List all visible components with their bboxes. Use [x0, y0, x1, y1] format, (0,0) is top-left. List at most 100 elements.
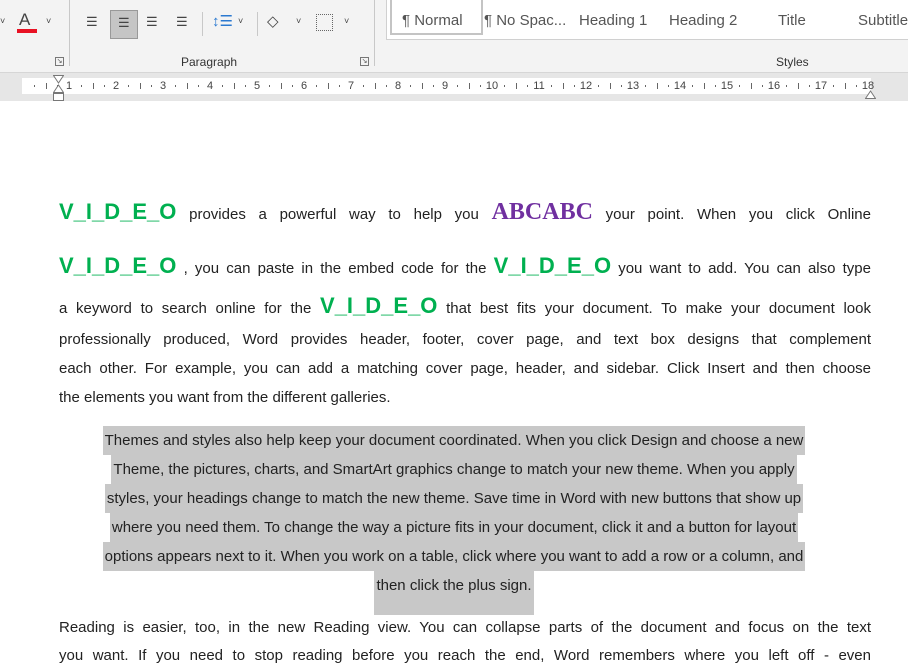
text: a keyword to search online for the	[59, 300, 321, 317]
ruler-tick	[797, 83, 799, 89]
style-heading-2[interactable]: Heading 2	[669, 12, 737, 29]
ruler-tick	[409, 85, 411, 87]
ruler-tick	[268, 85, 270, 87]
ruler-number: 1	[65, 80, 73, 92]
ruler-tick	[327, 83, 329, 89]
styles-gallery: ¶ Normal ¶ No Spac... Heading 1 Heading …	[386, 0, 908, 40]
highlighted-text: Theme, the pictures, charts, and SmartAr…	[111, 455, 797, 484]
ruler-tick	[45, 83, 47, 89]
indent-marker-icon[interactable]	[52, 75, 65, 102]
right-indent-marker-icon[interactable]	[864, 86, 877, 99]
ruler-tick	[139, 83, 141, 89]
ruler-tick	[374, 83, 376, 89]
ruler-tick	[233, 83, 235, 89]
ruler-tick	[221, 85, 223, 87]
ruler-number: 15	[720, 80, 734, 92]
body-line: professionally produced, Word provides h…	[59, 331, 871, 348]
justify-icon[interactable]: ☰	[176, 14, 188, 30]
highlighted-line: options appears next to it. When you wor…	[0, 542, 908, 571]
body-line: a keyword to search online for the V_I_D…	[59, 289, 871, 326]
font-color-icon: A	[19, 10, 31, 29]
ruler-number: 3	[159, 80, 167, 92]
chevron-down-icon[interactable]: ˅	[296, 16, 301, 26]
style-title[interactable]: Title	[778, 12, 806, 29]
styles-group-label: Styles	[776, 55, 809, 69]
ruler-number: 9	[441, 80, 449, 92]
ruler-tick	[856, 85, 858, 87]
abc-text: ABCABC	[491, 199, 593, 225]
ruler-tick	[292, 85, 294, 87]
highlighted-line: styles, your headings change to match th…	[0, 484, 908, 513]
ruler-number: 10	[485, 80, 499, 92]
ruler-tick	[609, 83, 611, 89]
ruler-tick	[186, 83, 188, 89]
font-color-button[interactable]: A	[16, 10, 38, 34]
style-no-spacing[interactable]: ¶ No Spac...	[484, 12, 566, 29]
body-line: Reading is easier, too, in the new Readi…	[59, 619, 871, 636]
ruler-tick	[562, 83, 564, 89]
ruler-tick	[785, 85, 787, 87]
style-heading-1[interactable]: Heading 1	[579, 12, 647, 29]
ruler-tick	[174, 85, 176, 87]
chevron-down-icon[interactable]: ˅	[344, 16, 349, 26]
ruler-tick	[515, 83, 517, 89]
ruler-tick	[433, 85, 435, 87]
ruler-number: 11	[533, 80, 545, 92]
ruler-tick	[80, 85, 82, 87]
borders-icon[interactable]	[316, 14, 333, 31]
chevron-down-icon[interactable]: ˅	[238, 16, 243, 26]
video-text: V_I_D_E_O	[59, 253, 177, 278]
text: provides a powerful way to help you	[176, 206, 492, 223]
ruler-number: 5	[253, 80, 261, 92]
ruler-tick	[245, 85, 247, 87]
ruler-tick	[844, 83, 846, 89]
ruler-tick	[750, 83, 752, 89]
align-center-button[interactable]: ☰	[110, 10, 138, 39]
ruler-tick	[280, 83, 282, 89]
ruler-tick	[621, 85, 623, 87]
document-page[interactable]: V_I_D_E_O provides a powerful way to hel…	[0, 101, 908, 664]
ruler-number: 6	[300, 80, 308, 92]
paragraph-group-label: Paragraph	[181, 55, 238, 69]
align-center-icon: ☰	[118, 15, 130, 30]
video-text: V_I_D_E_O	[59, 199, 177, 224]
highlighted-line: Themes and styles also help keep your do…	[0, 426, 908, 455]
divider	[69, 0, 70, 66]
paragraph-dialog-launcher-icon[interactable]: ↘	[360, 57, 369, 66]
ruler-tick	[362, 85, 364, 87]
line-spacing-icon[interactable]: ↕☰	[212, 12, 233, 30]
highlighted-text: options appears next to it. When you wor…	[102, 542, 806, 571]
ruler-number: 14	[673, 80, 687, 92]
text: , you can paste in the embed code for th…	[176, 260, 494, 277]
ruler-tick	[198, 85, 200, 87]
ruler-tick	[550, 85, 552, 87]
highlighted-line: Theme, the pictures, charts, and SmartAr…	[0, 455, 908, 484]
highlighted-line: then click the plus sign.	[0, 571, 908, 615]
align-right-icon[interactable]: ☰	[146, 14, 158, 30]
ruler-tick	[33, 85, 35, 87]
ruler-tick	[691, 85, 693, 87]
body-line: you want. If you need to stop reading be…	[59, 647, 871, 664]
ruler-tick	[315, 85, 317, 87]
ruler-tick	[92, 83, 94, 89]
highlighted-text: where you need them. To change the way a…	[109, 513, 799, 542]
text: your point. When you click Online	[592, 206, 871, 223]
font-color-swatch	[17, 29, 37, 33]
ruler-tick	[668, 85, 670, 87]
ruler-tick	[832, 85, 834, 87]
style-normal[interactable]: ¶ Normal	[402, 12, 463, 29]
shading-icon[interactable]: ◇	[267, 12, 279, 30]
chevron-down-icon[interactable]: ˅	[0, 16, 5, 26]
ruler-tick	[480, 85, 482, 87]
video-text: V_I_D_E_O	[493, 253, 612, 278]
ruler-number: 13	[626, 80, 640, 92]
align-left-icon[interactable]: ☰	[86, 14, 98, 30]
body-line: V_I_D_E_O provides a powerful way to hel…	[59, 194, 871, 233]
horizontal-ruler[interactable]: 1 2 3 4 5 6 7 8 9 10 11 12 13 14 15 16 17 18	[22, 78, 874, 94]
ribbon: ˅ A ˅ ☰ ☰ ☰ ☰ ↕☰ ˅ ◇ ˅ ˅ ↘ Paragraph ↘ ¶…	[0, 0, 908, 73]
text: you want to add. You can also type	[611, 260, 871, 277]
ruler-tick	[715, 85, 717, 87]
chevron-down-icon[interactable]: ˅	[46, 16, 51, 26]
style-subtitle[interactable]: Subtitle	[858, 12, 908, 29]
font-dialog-launcher-icon[interactable]: ↘	[55, 57, 64, 66]
